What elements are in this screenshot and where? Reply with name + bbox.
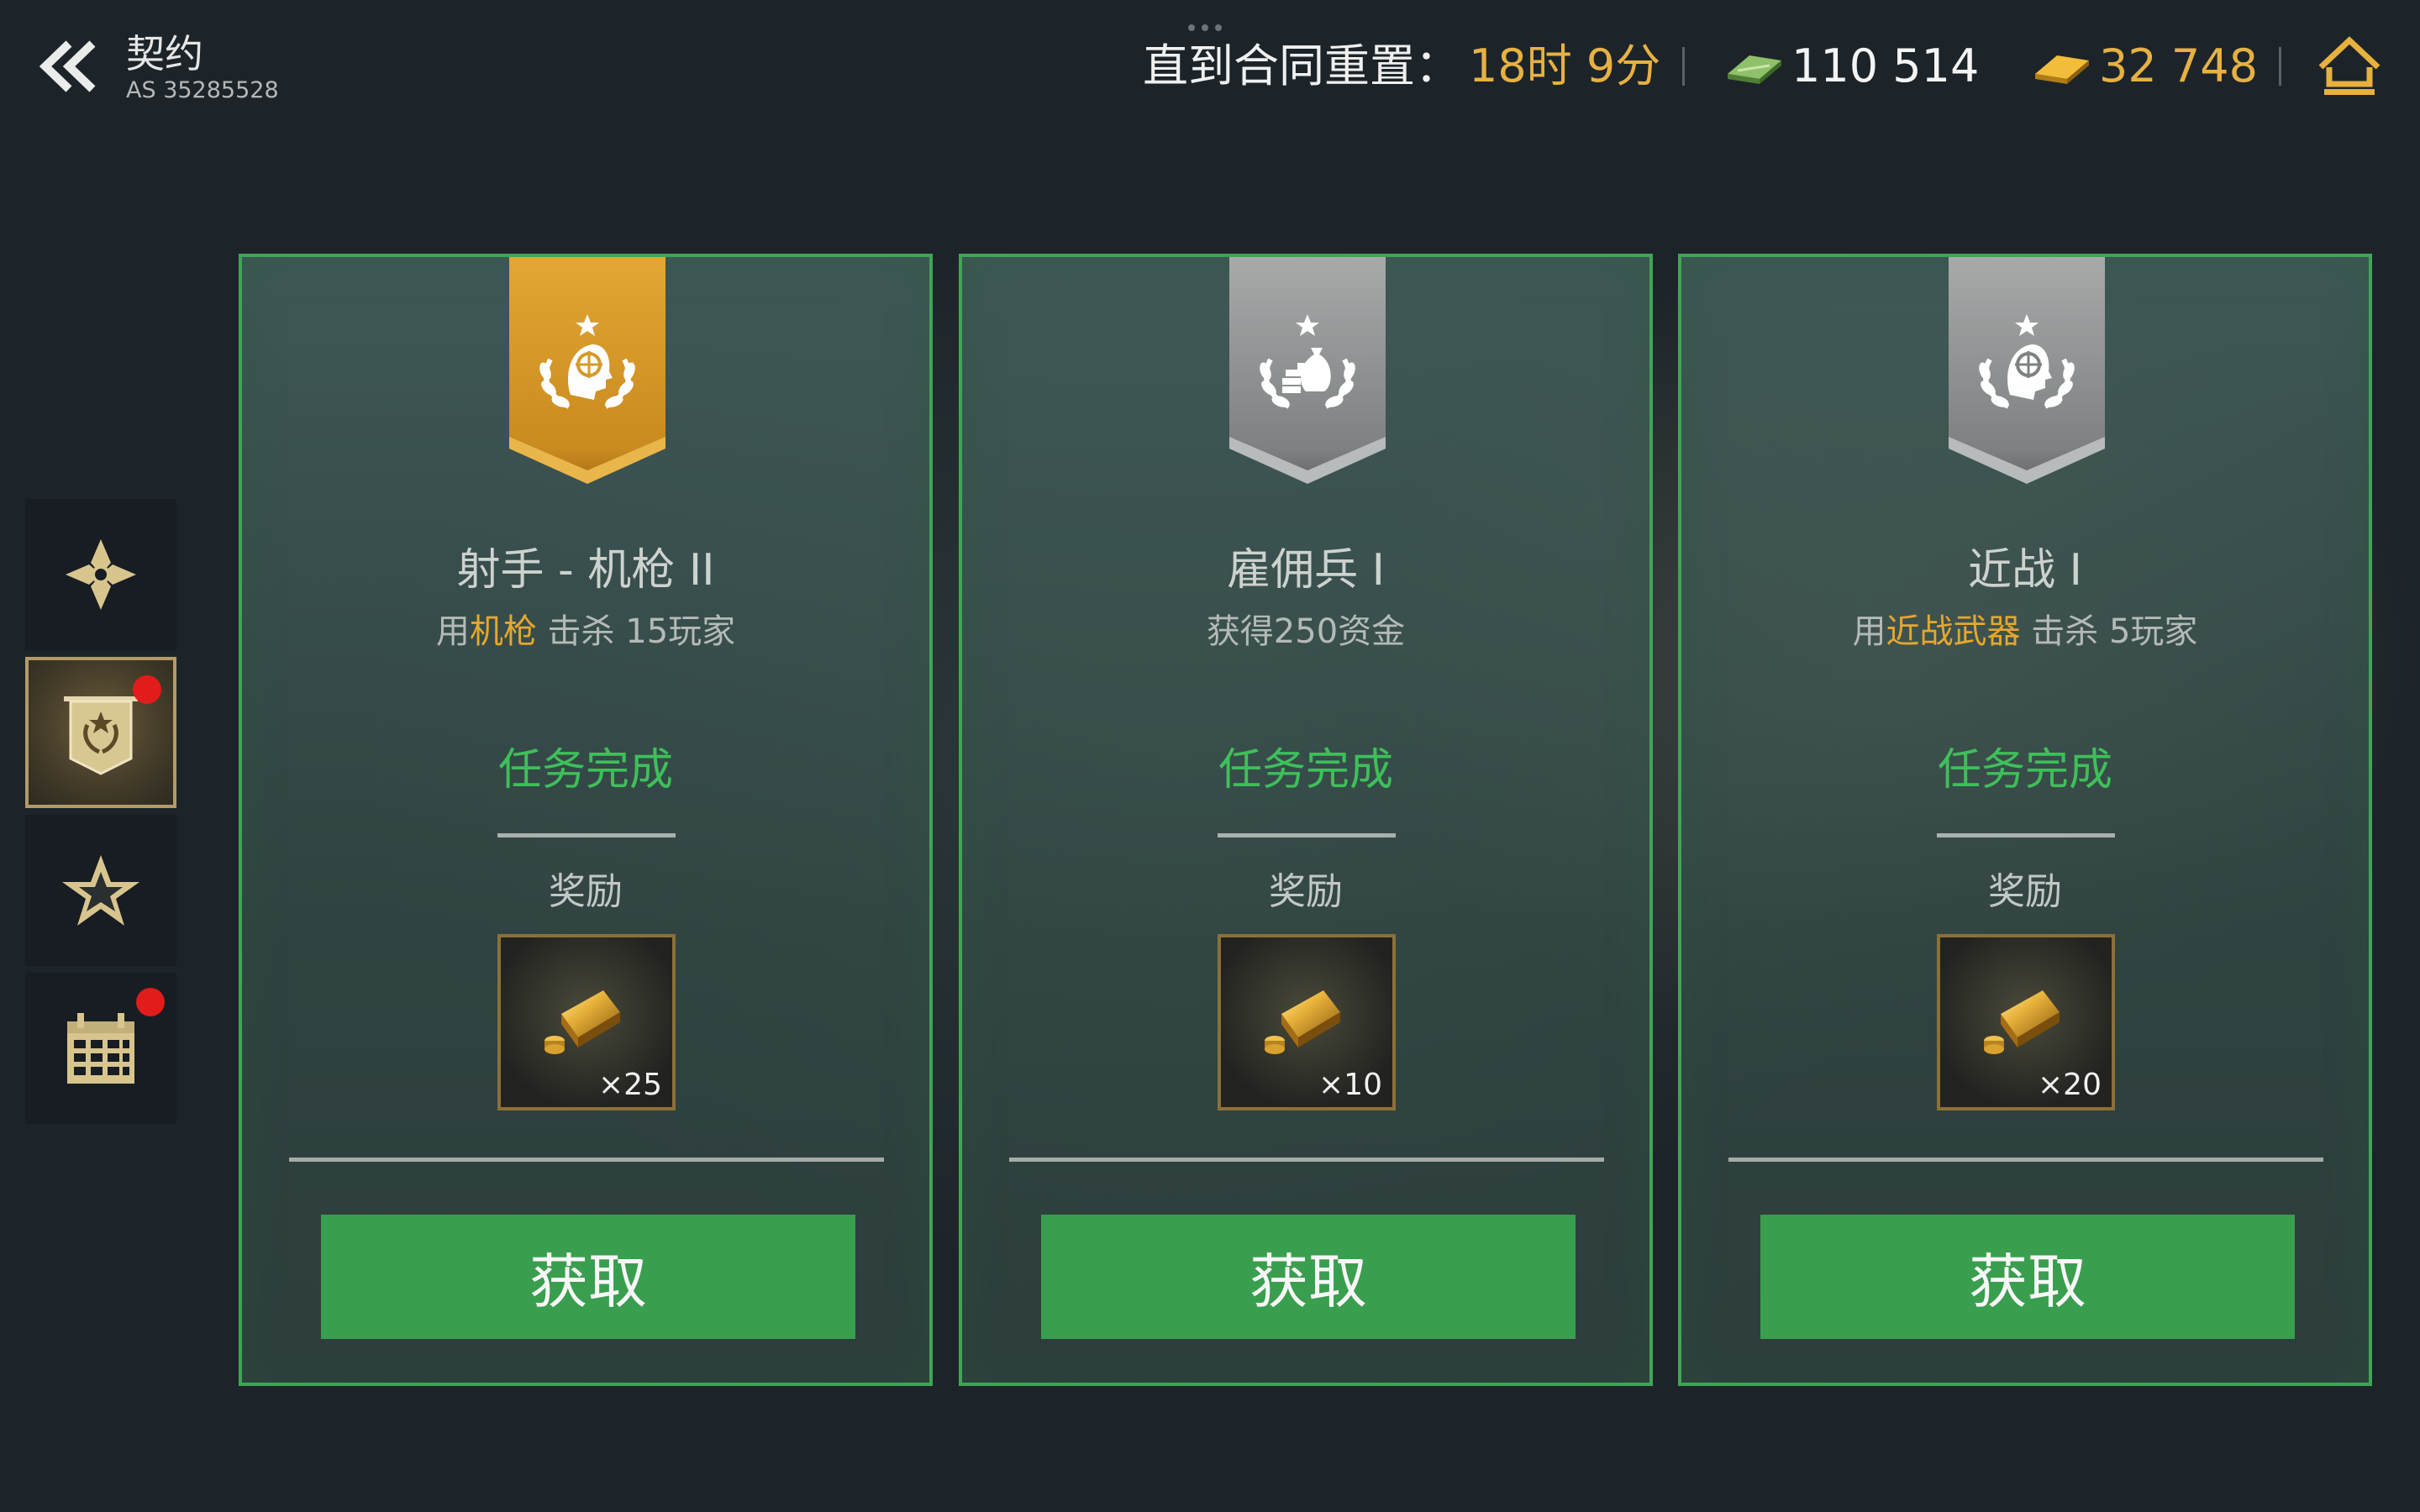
contract-card-melee: 近战 I 用近战武器 击杀 5玩家 任务完成 奖励 ×20 获取	[1678, 254, 2372, 1386]
contract-title: 雇佣兵 I	[1227, 545, 1385, 596]
desc-highlight: 机枪	[469, 612, 537, 651]
sidebar-tab-favorites[interactable]	[25, 815, 176, 966]
mission-status: 任务完成	[497, 745, 673, 795]
reward-label: 奖励	[1988, 870, 2062, 913]
divider	[289, 1158, 884, 1162]
desc-text: 获得250资金	[1206, 612, 1406, 651]
divider	[1682, 47, 1685, 86]
sidebar-tab-calendar[interactable]	[25, 973, 176, 1124]
contract-description: 用近战武器 击杀 5玩家	[1681, 610, 2369, 654]
emblem-icon	[66, 539, 136, 610]
cash-icon	[1728, 55, 1781, 84]
home-button[interactable]	[2316, 34, 2383, 97]
divider	[1009, 1158, 1604, 1162]
contract-description: 用机枪 击杀 15玩家	[242, 610, 929, 654]
divider	[1218, 833, 1396, 837]
silver-ribbon-badge	[1949, 257, 2105, 484]
contract-reset-timer: 18时 9分	[1469, 39, 1661, 92]
home-icon	[2318, 36, 2381, 95]
claim-button[interactable]: 获取	[321, 1215, 855, 1339]
back-button[interactable]	[35, 37, 103, 96]
gold-balance: 32 748	[2099, 39, 2258, 92]
reward-quantity: ×20	[2038, 1068, 2102, 1102]
notification-dot	[136, 988, 165, 1016]
contract-title: 近战 I	[1968, 545, 2082, 596]
contract-title: 射手 - 机枪 II	[456, 545, 715, 596]
contract-card-mercenary: 雇佣兵 I 获得250资金 任务完成 奖励 ×10 获取	[959, 254, 1653, 1386]
reward-item[interactable]: ×10	[1218, 934, 1396, 1110]
divider	[1937, 833, 2115, 837]
divider	[2279, 47, 2281, 86]
contract-card-marksman: 射手 - 机枪 II 用机枪 击杀 15玩家 任务完成 奖励 ×25 获取	[239, 254, 933, 1386]
notification-dot	[133, 675, 161, 704]
desc-text: 用	[1852, 612, 1886, 651]
divider	[1728, 1158, 2323, 1162]
mission-status: 任务完成	[1937, 745, 2112, 795]
contract-reset-label: 直到合同重置：	[1143, 39, 1460, 92]
drag-handle[interactable]	[1188, 18, 1235, 31]
silver-ribbon-badge	[1229, 257, 1386, 484]
divider	[497, 833, 676, 837]
reward-item[interactable]: ×20	[1937, 934, 2115, 1110]
page-title: 契约	[126, 31, 203, 76]
reward-quantity: ×25	[598, 1068, 662, 1102]
contracts-badge-icon	[64, 696, 138, 775]
contract-description: 获得250资金	[962, 610, 1649, 654]
claim-button[interactable]: 获取	[1041, 1215, 1576, 1339]
gold-bar-icon	[2035, 55, 2089, 84]
desc-text: 用	[435, 612, 470, 651]
title-block: 契约 AS 35285528	[126, 30, 279, 104]
gold-ribbon-badge	[509, 257, 666, 484]
desc-text: 击杀 15玩家	[536, 612, 736, 651]
reward-quantity: ×10	[1318, 1068, 1382, 1102]
reward-label: 奖励	[1269, 870, 1343, 913]
sidebar-tab-contracts[interactable]	[25, 657, 176, 808]
desc-text: 击杀 5玩家	[2020, 612, 2198, 651]
reward-label: 奖励	[549, 870, 623, 913]
claim-button[interactable]: 获取	[1760, 1215, 2295, 1339]
reward-item[interactable]: ×25	[497, 934, 676, 1110]
player-id: AS 35285528	[126, 77, 279, 103]
cash-balance: 110 514	[1791, 39, 1980, 92]
sidebar-tab-emblem[interactable]	[25, 499, 176, 650]
desc-highlight: 近战武器	[1886, 612, 2021, 651]
calendar-icon	[67, 1013, 134, 1084]
star-icon	[62, 855, 139, 926]
double-chevron-left-icon	[39, 40, 96, 92]
mission-status: 任务完成	[1218, 745, 1393, 795]
